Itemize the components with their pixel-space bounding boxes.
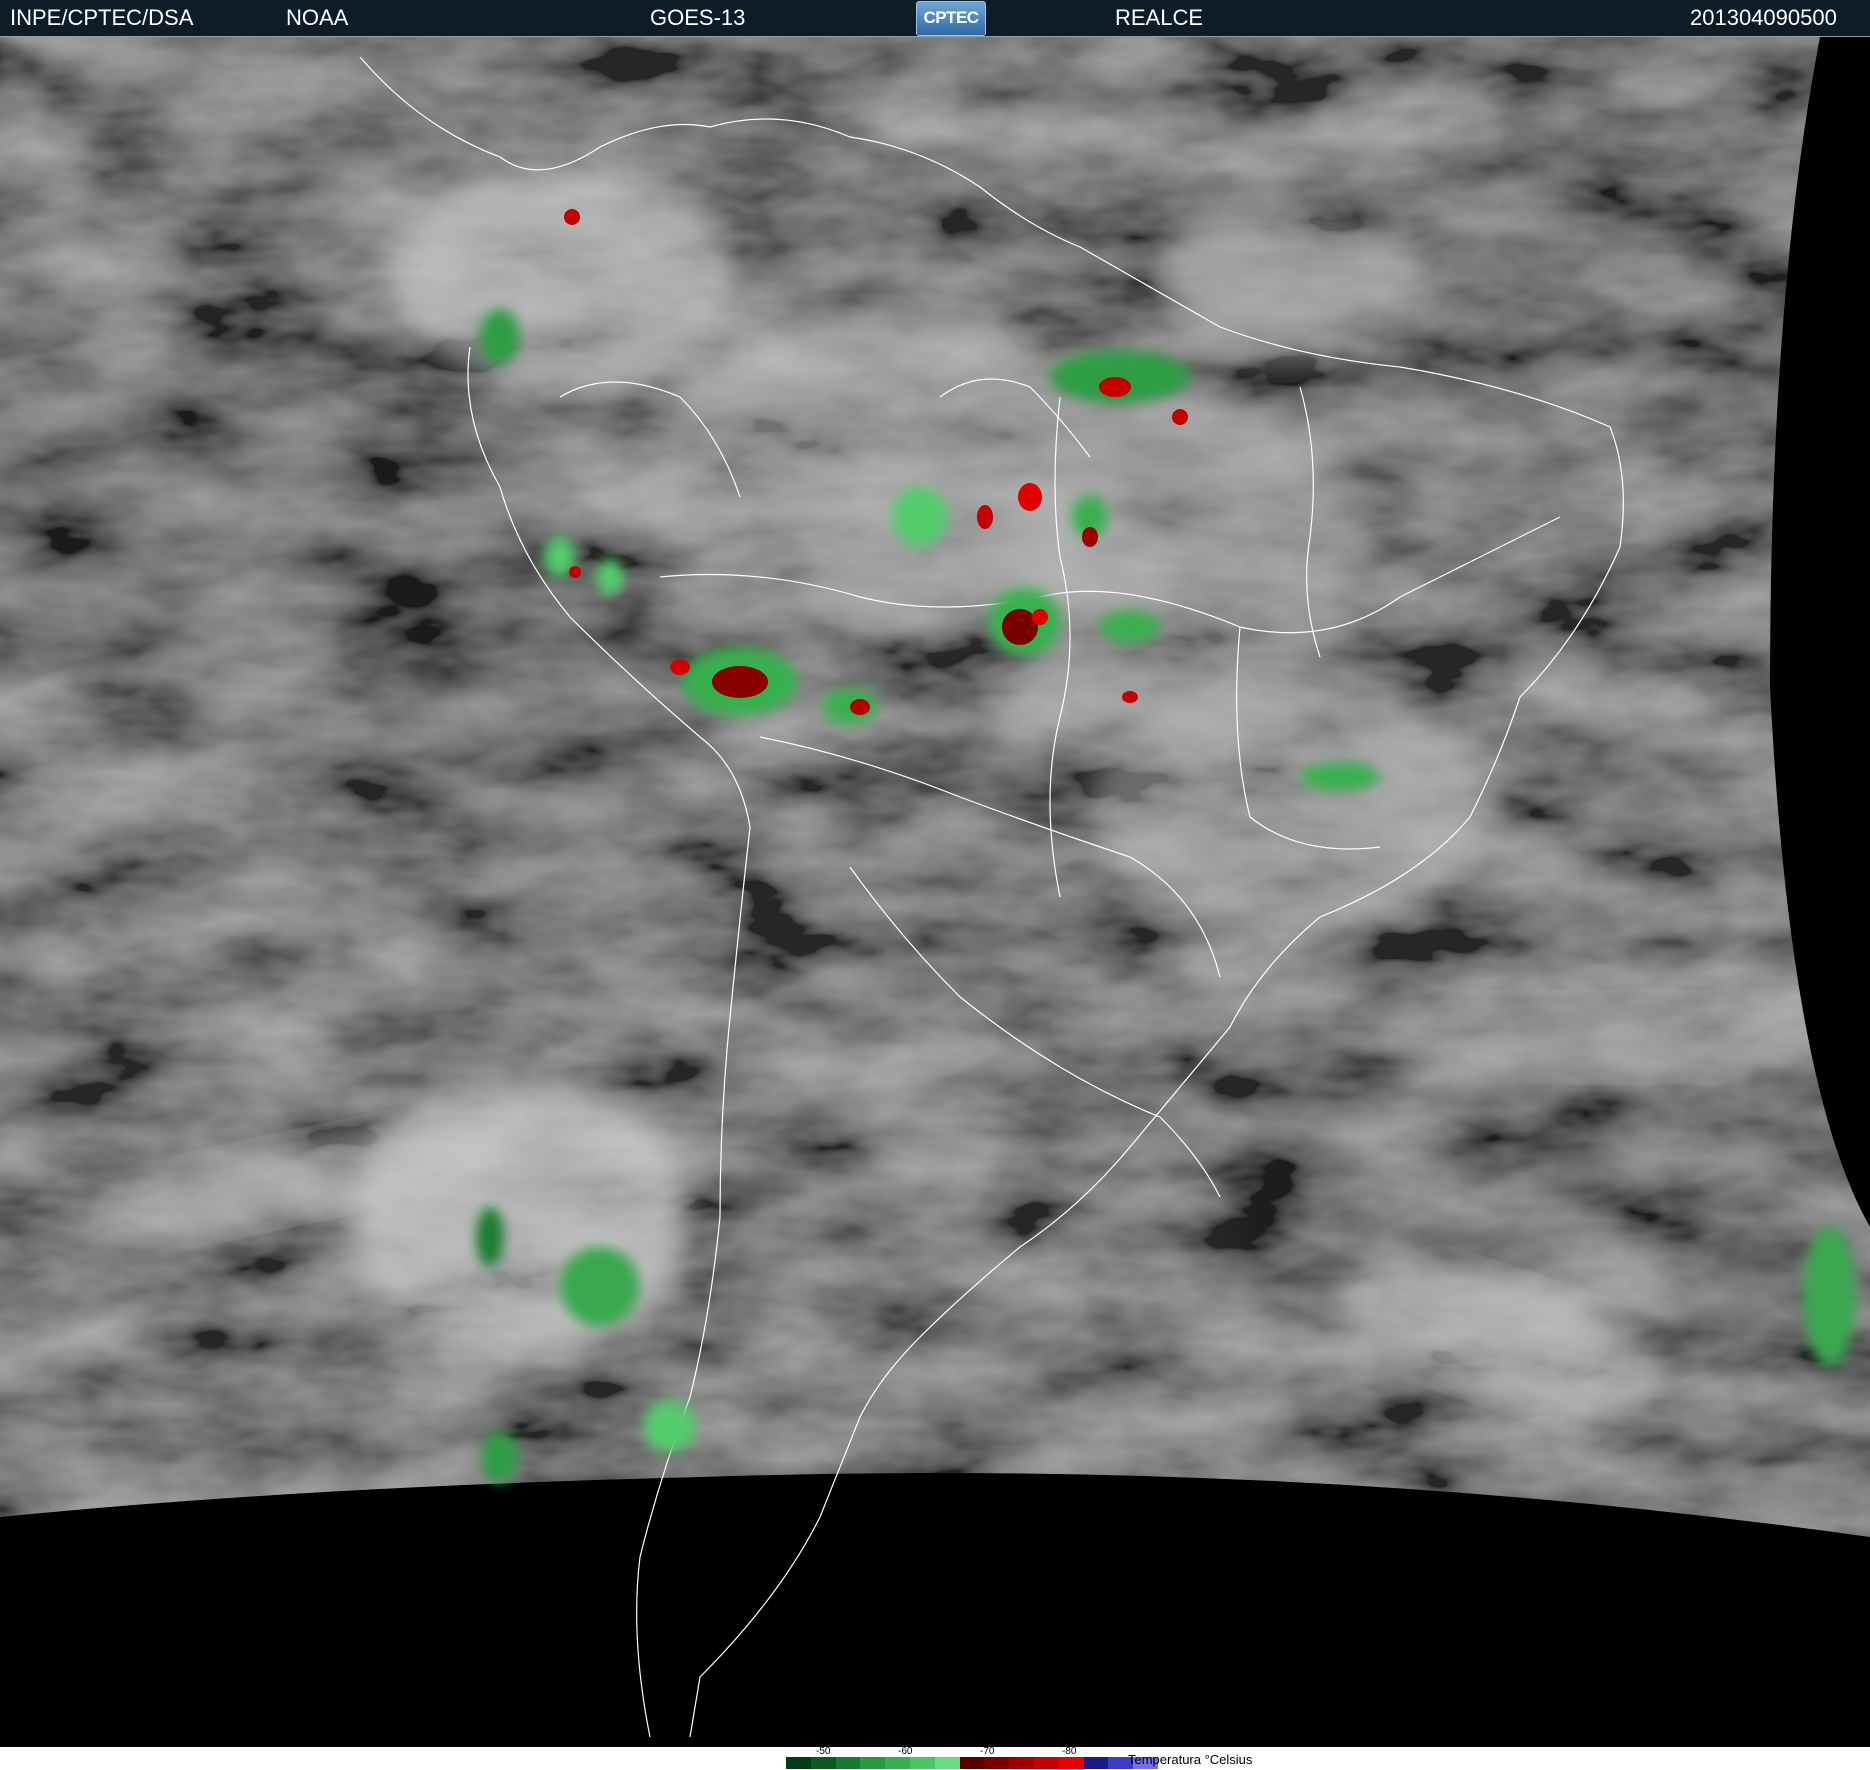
scale-swatch-3	[835, 1757, 861, 1769]
agency-label: NOAA	[286, 5, 349, 30]
scale-swatch-12	[1058, 1757, 1084, 1769]
temperature-scale-bar: -50 -60 -70 -80 Temperatura °Celsius	[0, 1747, 1870, 1770]
scale-swatch-7	[934, 1757, 960, 1769]
color-scale	[786, 1757, 1158, 1769]
scale-swatch-2	[810, 1757, 836, 1769]
scale-swatch-8	[959, 1757, 985, 1769]
satellite-label: GOES-13	[650, 5, 746, 30]
scale-swatch-6	[909, 1757, 935, 1769]
scale-swatch-10	[1009, 1757, 1034, 1769]
source-label: INPE/CPTEC/DSA	[10, 5, 194, 30]
product-label: REALCE	[1115, 5, 1204, 30]
scale-tick-1: -50	[816, 1746, 831, 1757]
scale-swatch-13	[1083, 1757, 1109, 1769]
scale-tick-3: -70	[980, 1746, 995, 1757]
scale-swatch-9	[984, 1757, 1010, 1769]
scale-tick-4: -80	[1062, 1746, 1077, 1757]
cptec-logo: CPTEC	[916, 1, 986, 36]
scale-swatch-5	[885, 1757, 910, 1769]
scale-swatch-4	[860, 1757, 886, 1769]
satellite-image	[0, 37, 1870, 1747]
scale-swatch-1	[786, 1757, 811, 1769]
scale-label: Temperatura °Celsius	[1128, 1752, 1253, 1767]
scale-swatch-11	[1033, 1757, 1059, 1769]
scale-tick-2: -60	[898, 1746, 913, 1757]
image-header-bar: INPE/CPTEC/DSA NOAA GOES-13 CPTEC REALCE…	[0, 0, 1870, 37]
datetime-label: 201304090500	[1690, 5, 1837, 30]
